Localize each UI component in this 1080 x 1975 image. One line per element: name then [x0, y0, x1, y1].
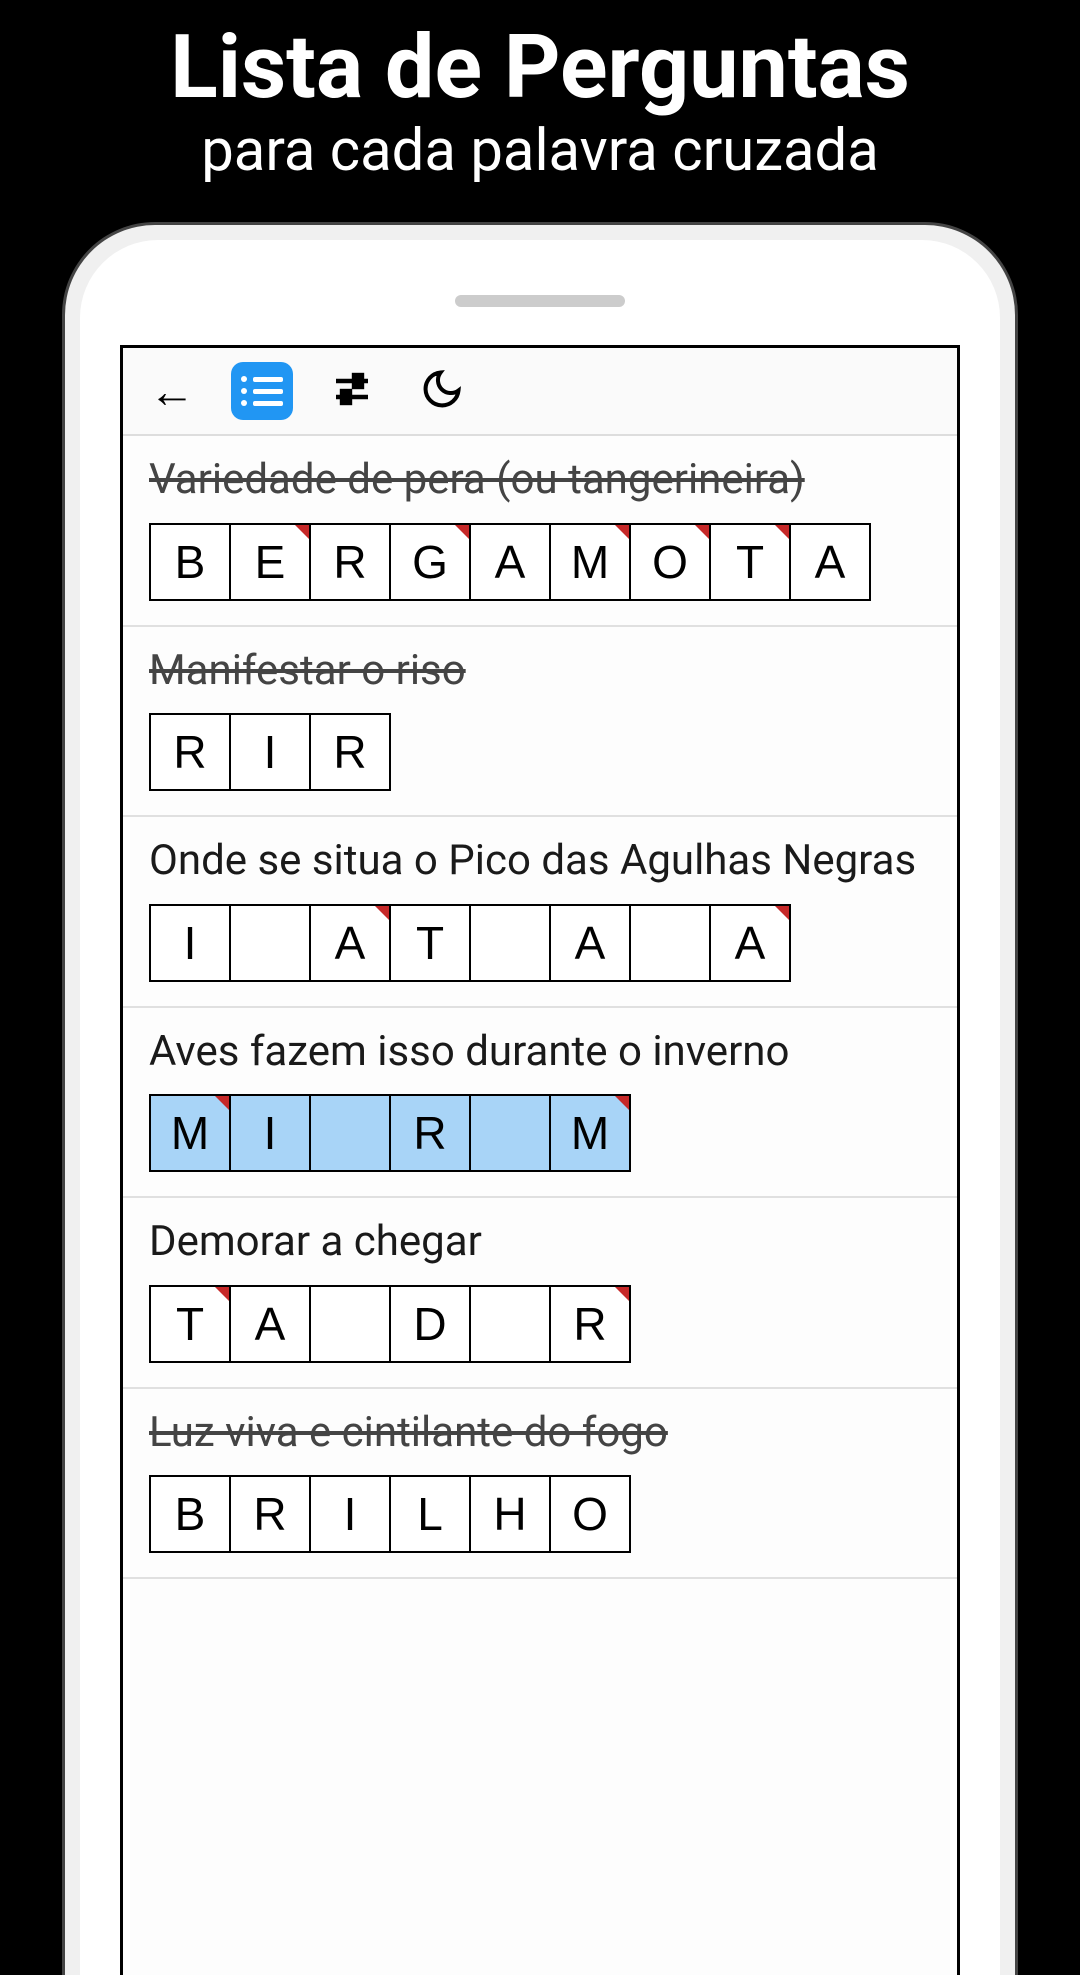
answer-cells: TADR [149, 1285, 931, 1363]
letter-cell[interactable]: R [309, 523, 391, 601]
letter-cell[interactable] [469, 1285, 551, 1363]
phone-inner: ← [80, 240, 1000, 1975]
letter-cell[interactable]: A [229, 1285, 311, 1363]
back-arrow-icon: ← [149, 364, 195, 419]
letter-cell[interactable]: O [629, 523, 711, 601]
letter-cell[interactable]: R [549, 1285, 631, 1363]
clue-text: Aves fazem isso durante o inverno [149, 1026, 931, 1079]
letter-cell[interactable] [309, 1285, 391, 1363]
clue-item[interactable]: Manifestar o riso RIR [123, 627, 957, 818]
moon-icon [420, 367, 464, 415]
letter-cell[interactable]: I [309, 1475, 391, 1553]
promo-title: Lista de Perguntas [20, 20, 1060, 117]
letter-cell[interactable]: A [789, 523, 871, 601]
dark-mode-button[interactable] [411, 362, 473, 420]
letter-cell[interactable]: T [149, 1285, 231, 1363]
clue-item[interactable]: Aves fazem isso durante o invernoMIRM [123, 1008, 957, 1199]
list-icon [241, 376, 283, 406]
settings-button[interactable] [321, 362, 383, 420]
letter-cell[interactable] [229, 904, 311, 982]
letter-cell[interactable]: M [549, 523, 631, 601]
clue-list[interactable]: Variedade de pera (ou tangerineira)BERGA… [123, 436, 957, 1579]
answer-cells: IATAA [149, 904, 931, 982]
letter-cell[interactable]: L [389, 1475, 471, 1553]
letter-cell[interactable]: M [549, 1094, 631, 1172]
answer-cells: BRILHO [149, 1475, 931, 1553]
clue-item[interactable]: Luz viva e cintilante do fogo BRILHO [123, 1389, 957, 1580]
clue-item[interactable]: Onde se situa o Pico das Agulhas Negras I… [123, 817, 957, 1008]
letter-cell[interactable]: B [149, 1475, 231, 1553]
answer-cells: MIRM [149, 1094, 931, 1172]
app-screen: ← [120, 345, 960, 1975]
clue-text: Variedade de pera (ou tangerineira) [149, 454, 931, 507]
letter-cell[interactable]: T [709, 523, 791, 601]
letter-cell[interactable] [629, 904, 711, 982]
letter-cell[interactable]: H [469, 1475, 551, 1553]
letter-cell[interactable]: R [309, 713, 391, 791]
letter-cell[interactable]: I [229, 713, 311, 791]
letter-cell[interactable]: M [149, 1094, 231, 1172]
letter-cell[interactable]: D [389, 1285, 471, 1363]
letter-cell[interactable]: G [389, 523, 471, 601]
sliders-icon [328, 365, 376, 417]
letter-cell[interactable] [469, 904, 551, 982]
promo-header: Lista de Perguntas para cada palavra cru… [0, 0, 1080, 216]
phone-frame: ← [65, 225, 1015, 1975]
letter-cell[interactable]: O [549, 1475, 631, 1553]
letter-cell[interactable]: R [229, 1475, 311, 1553]
letter-cell[interactable]: B [149, 523, 231, 601]
letter-cell[interactable]: R [149, 713, 231, 791]
clue-item[interactable]: Variedade de pera (ou tangerineira)BERGA… [123, 436, 957, 627]
letter-cell[interactable]: A [309, 904, 391, 982]
clue-text: Luz viva e cintilante do fogo [149, 1407, 931, 1460]
letter-cell[interactable]: A [469, 523, 551, 601]
letter-cell[interactable]: T [389, 904, 471, 982]
letter-cell[interactable]: E [229, 523, 311, 601]
clue-text: Manifestar o riso [149, 645, 931, 698]
letter-cell[interactable]: A [709, 904, 791, 982]
letter-cell[interactable]: I [149, 904, 231, 982]
answer-cells: RIR [149, 713, 931, 791]
letter-cell[interactable] [469, 1094, 551, 1172]
toolbar: ← [123, 348, 957, 436]
clue-item[interactable]: Demorar a chegar TADR [123, 1198, 957, 1389]
phone-speaker [455, 295, 625, 307]
letter-cell[interactable]: R [389, 1094, 471, 1172]
promo-subtitle: para cada palavra cruzada [20, 117, 1060, 187]
letter-cell[interactable]: A [549, 904, 631, 982]
clue-text: Demorar a chegar [149, 1216, 931, 1269]
clue-text: Onde se situa o Pico das Agulhas Negras [149, 835, 931, 888]
letter-cell[interactable]: I [229, 1094, 311, 1172]
list-view-button[interactable] [231, 362, 293, 420]
letter-cell[interactable] [309, 1094, 391, 1172]
answer-cells: BERGAMOTA [149, 523, 931, 601]
back-button[interactable]: ← [141, 362, 203, 420]
